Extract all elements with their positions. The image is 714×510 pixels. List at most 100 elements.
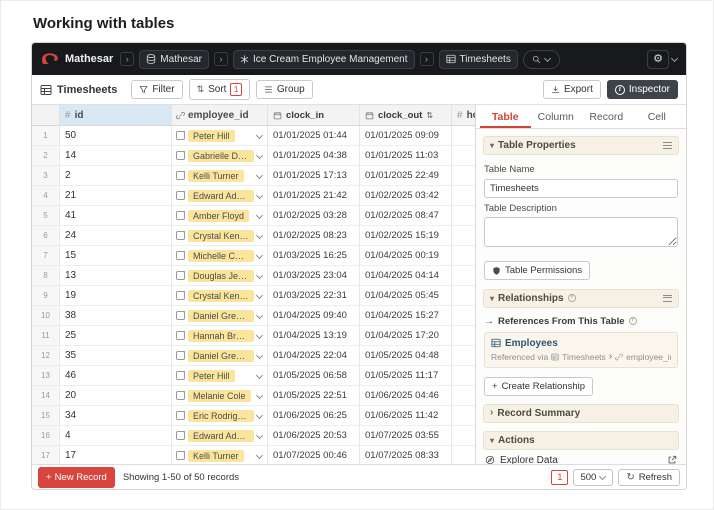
explore-data-button[interactable]: Explore Data [483,450,679,465]
create-relationship-button[interactable]: + Create Relationship [484,377,593,396]
chevron-down-icon[interactable] [257,273,263,279]
breadcrumb-schema[interactable]: Ice Cream Employee Management [233,50,415,69]
cell-clock-out[interactable]: 01/04/2025 00:19 [360,246,452,265]
cell-clock-in[interactable]: 01/07/2025 00:46 [268,446,360,464]
row-number[interactable]: 16 [32,426,60,445]
cell-clock-out[interactable]: 01/02/2025 08:47 [360,206,452,225]
section-header-relationships[interactable]: ▾ Relationships ? [483,289,679,308]
settings-menu-button[interactable]: ⚙ [647,50,669,69]
cell-id[interactable]: 46 [60,366,172,385]
tab-column[interactable]: Column [531,105,582,128]
cell-hours[interactable] [452,166,475,185]
cell-hours[interactable] [452,246,475,265]
chevron-down-icon[interactable] [672,56,678,62]
cell-clock-in[interactable]: 01/03/2025 22:31 [268,286,360,305]
table-description-input[interactable] [484,217,678,247]
cell-id[interactable]: 21 [60,186,172,205]
cell-id[interactable]: 35 [60,346,172,365]
chevron-down-icon[interactable] [257,393,263,399]
section-menu-icon[interactable] [663,295,672,302]
open-record-icon[interactable] [176,251,185,260]
cell-hours[interactable] [452,306,475,325]
open-record-icon[interactable] [176,391,185,400]
cell-employee[interactable]: Hannah Brewer [172,326,268,345]
cell-hours[interactable] [452,266,475,285]
row-number[interactable]: 14 [32,386,60,405]
cell-employee[interactable]: Michelle Carter [172,246,268,265]
cell-hours[interactable] [452,146,475,165]
cell-employee[interactable]: Peter Hill [172,126,268,145]
cell-clock-out[interactable]: 01/04/2025 04:14 [360,266,452,285]
cell-clock-out[interactable]: 01/02/2025 03:42 [360,186,452,205]
cell-id[interactable]: 14 [60,146,172,165]
table-permissions-button[interactable]: Table Permissions [484,261,590,280]
cell-clock-in[interactable]: 01/03/2025 23:04 [268,266,360,285]
cell-employee[interactable]: Daniel Greene [172,306,268,325]
cell-id[interactable]: 4 [60,426,172,445]
external-link-icon[interactable] [667,455,677,464]
cell-clock-in[interactable]: 01/04/2025 22:04 [268,346,360,365]
open-record-icon[interactable] [176,271,185,280]
open-record-icon[interactable] [176,451,185,460]
open-record-icon[interactable] [176,131,185,140]
cell-clock-out[interactable]: 01/05/2025 04:48 [360,346,452,365]
row-number[interactable]: 10 [32,306,60,325]
tab-table[interactable]: Table [480,105,531,128]
row-number[interactable]: 4 [32,186,60,205]
cell-id[interactable]: 2 [60,166,172,185]
open-record-icon[interactable] [176,311,185,320]
open-record-icon[interactable] [176,431,185,440]
row-number[interactable]: 8 [32,266,60,285]
row-number[interactable]: 6 [32,226,60,245]
section-header-table-properties[interactable]: ▾ Table Properties [483,136,679,155]
breadcrumb-database[interactable]: Mathesar [139,50,209,69]
cell-id[interactable]: 15 [60,246,172,265]
refresh-button[interactable]: ↻ Refresh [618,469,680,486]
relationship-card[interactable]: Employees Referenced via Timesheets › [484,332,678,368]
chevron-down-icon[interactable] [257,213,263,219]
cell-employee[interactable]: Kelli Turner [172,446,268,464]
chevron-down-icon[interactable] [257,253,263,259]
cell-clock-in[interactable]: 01/04/2025 13:19 [268,326,360,345]
row-number[interactable]: 5 [32,206,60,225]
cell-employee[interactable]: Crystal Kennedy [172,226,268,245]
chevron-down-icon[interactable] [257,313,263,319]
row-number[interactable]: 7 [32,246,60,265]
related-table[interactable]: Employees [491,338,671,349]
cell-employee[interactable]: Kelli Turner [172,166,268,185]
row-number[interactable]: 17 [32,446,60,464]
sort-button[interactable]: ⇅ Sort 1 [189,79,250,100]
row-number[interactable]: 9 [32,286,60,305]
cell-employee[interactable]: Melanie Cole [172,386,268,405]
open-record-icon[interactable] [176,371,185,380]
cell-id[interactable]: 38 [60,306,172,325]
cell-hours[interactable] [452,406,475,425]
open-record-icon[interactable] [176,191,185,200]
cell-id[interactable]: 25 [60,326,172,345]
open-record-icon[interactable] [176,331,185,340]
column-header-clock-out[interactable]: clock_out ⇅ [360,105,452,125]
cell-clock-out[interactable]: 01/04/2025 05:45 [360,286,452,305]
cell-clock-out[interactable]: 01/06/2025 04:46 [360,386,452,405]
row-number[interactable]: 12 [32,346,60,365]
filter-button[interactable]: Filter [131,80,182,99]
breadcrumb-table[interactable]: Timesheets [439,50,518,69]
cell-clock-out[interactable]: 01/01/2025 22:49 [360,166,452,185]
open-record-icon[interactable] [176,411,185,420]
column-header-clock-in[interactable]: clock_in [268,105,360,125]
cell-clock-in[interactable]: 01/01/2025 01:44 [268,126,360,145]
open-record-icon[interactable] [176,291,185,300]
cell-clock-in[interactable]: 01/04/2025 09:40 [268,306,360,325]
chevron-down-icon[interactable] [257,193,263,199]
cell-employee[interactable]: Crystal Kennedy [172,286,268,305]
cell-clock-in[interactable]: 01/06/2025 20:53 [268,426,360,445]
cell-clock-in[interactable]: 01/01/2025 04:38 [268,146,360,165]
row-number[interactable]: 2 [32,146,60,165]
chevron-down-icon[interactable] [257,293,263,299]
column-header-id[interactable]: # id [60,105,172,125]
column-header-employee-id[interactable]: employee_id [172,105,268,125]
chevron-down-icon[interactable] [257,353,263,359]
cell-employee[interactable]: Edward Adams [172,426,268,445]
row-number[interactable]: 13 [32,366,60,385]
open-record-icon[interactable] [176,351,185,360]
